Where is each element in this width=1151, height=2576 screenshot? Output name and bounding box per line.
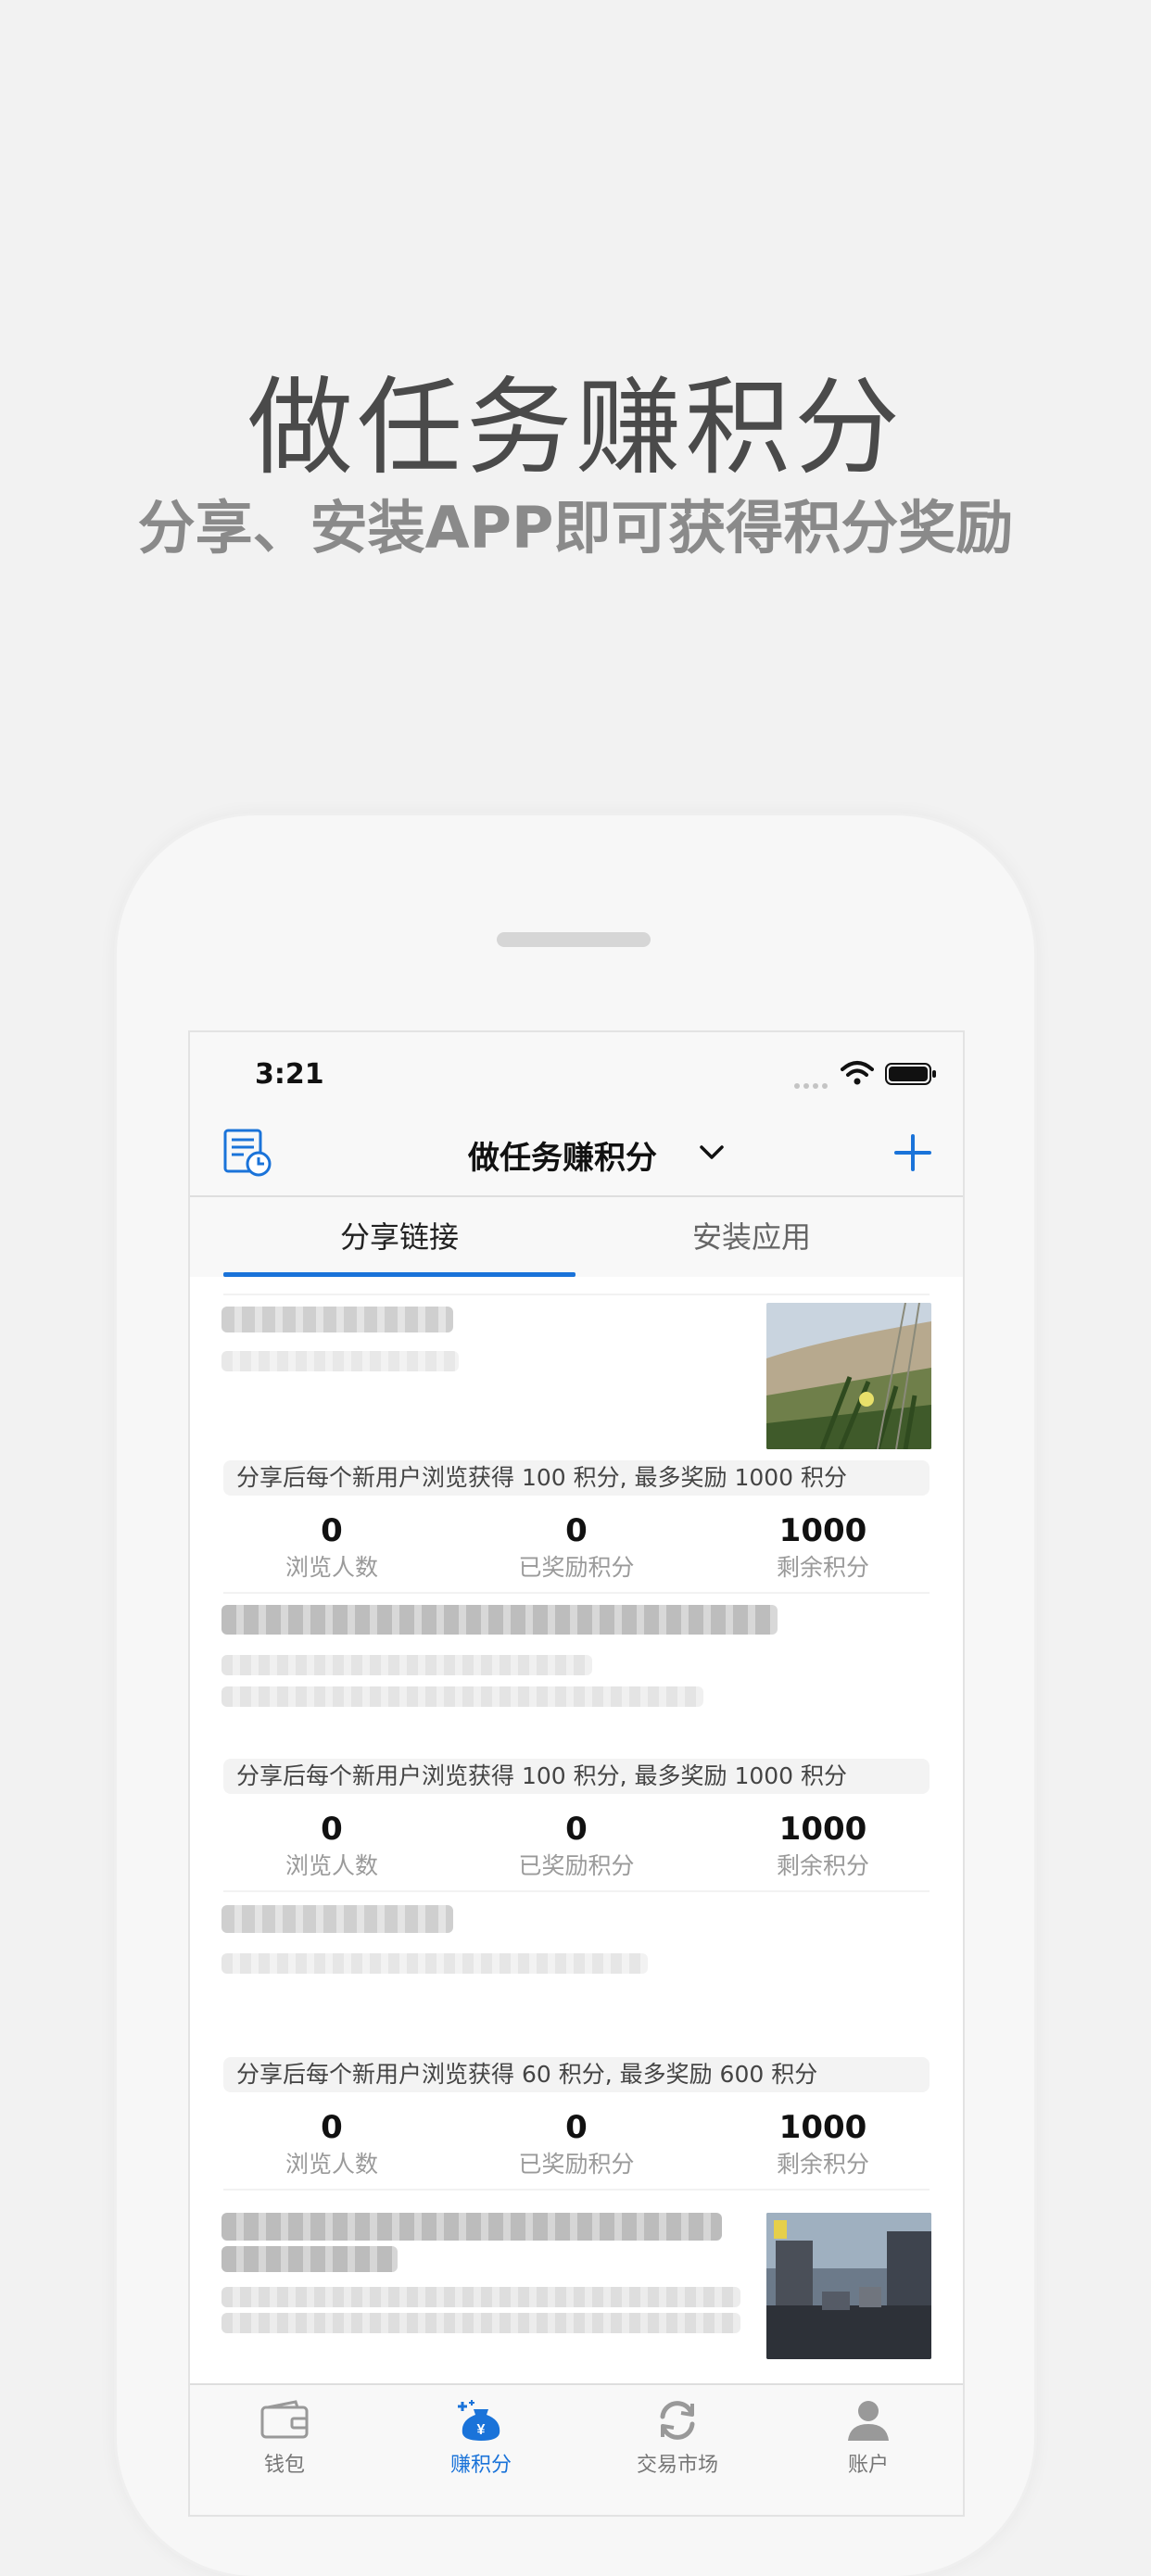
- nav-title[interactable]: 做任务赚积分: [468, 1132, 657, 1178]
- blurred-title: [221, 2213, 722, 2241]
- svg-text:¥: ¥: [477, 2422, 486, 2438]
- thumbnail-image: [766, 2213, 931, 2359]
- nav-bar: 做任务赚积分: [190, 1110, 963, 1197]
- tab-earn-points[interactable]: ¥ 赚积分: [416, 2398, 546, 2478]
- tab-earn-points-label: 赚积分: [449, 2454, 512, 2477]
- stat-remaining-value: 1000: [778, 2109, 867, 2146]
- stat-rewarded: 0 已奖励积分: [453, 1811, 700, 1883]
- earn-points-icon: ¥: [458, 2400, 500, 2441]
- tab-share-link[interactable]: 分享链接: [223, 1197, 576, 1277]
- stat-rewarded: 0 已奖励积分: [453, 1512, 700, 1585]
- promo-subtitle: 分享、安装APP即可获得积分奖励: [137, 494, 1014, 562]
- task-card[interactable]: 分享后每个新用户浏览获得 60 积分, 最多奖励 600 积分 0 浏览人数 0…: [190, 1890, 963, 2191]
- tab-account-label: 账户: [847, 2454, 889, 2477]
- stat-views-value: 0: [321, 1512, 343, 1549]
- battery-icon: [885, 1063, 936, 1085]
- tab-wallet[interactable]: 钱包: [220, 2398, 349, 2478]
- stat-remaining-value: 1000: [778, 1512, 867, 1549]
- stat-views: 0 浏览人数: [209, 1811, 455, 1883]
- stat-rewarded-value: 0: [565, 1811, 588, 1848]
- stat-views-value: 0: [321, 1811, 343, 1848]
- blurred-title: [221, 1605, 778, 1635]
- bottom-tab-bar: 钱包 ¥ 赚积分 交易市场 账户: [190, 2383, 963, 2515]
- stat-remaining: 1000 剩余积分: [700, 2109, 946, 2181]
- stat-views-label: 浏览人数: [285, 1852, 378, 1879]
- signal-dots-icon: [794, 1075, 831, 1089]
- stat-remaining: 1000 剩余积分: [700, 1811, 946, 1883]
- wifi-icon: [841, 1061, 874, 1085]
- stat-remaining: 1000 剩余积分: [700, 1512, 946, 1585]
- tab-bar-top: 分享链接 安装应用: [190, 1197, 963, 1277]
- active-tab-indicator: [223, 1272, 576, 1277]
- status-time: 3:21: [255, 1058, 324, 1091]
- status-bar: 3:21: [190, 1032, 963, 1110]
- tab-market-label: 交易市场: [636, 2454, 718, 2477]
- blurred-url: [221, 1351, 459, 1371]
- blurred-url: [221, 1655, 592, 1675]
- stat-rewarded-label: 已奖励积分: [518, 1852, 635, 1879]
- promo-title: 做任务赚积分: [247, 366, 904, 489]
- stat-views-label: 浏览人数: [285, 1554, 378, 1581]
- stat-remaining-value: 1000: [778, 1811, 867, 1848]
- stat-rewarded-label: 已奖励积分: [518, 2151, 635, 2178]
- blurred-title: [221, 1307, 453, 1332]
- stat-views: 0 浏览人数: [209, 1512, 455, 1585]
- stat-remaining-label: 剩余积分: [776, 2151, 869, 2178]
- stat-rewarded-value: 0: [565, 1512, 588, 1549]
- add-icon[interactable]: [892, 1132, 933, 1173]
- blurred-title: [221, 1905, 453, 1933]
- account-icon: [848, 2401, 889, 2441]
- blurred-url: [221, 2287, 740, 2307]
- exchange-icon: [660, 2401, 695, 2440]
- reward-rule: 分享后每个新用户浏览获得 100 积分, 最多奖励 1000 积分: [223, 1759, 930, 1794]
- task-card[interactable]: 分享后每个新用户浏览获得 100 积分, 最多奖励 1000 积分 0 浏览人数…: [190, 1294, 963, 1594]
- stat-remaining-label: 剩余积分: [776, 1554, 869, 1581]
- task-history-icon[interactable]: [221, 1127, 273, 1179]
- stat-rewarded-value: 0: [565, 2109, 588, 2146]
- stat-views-label: 浏览人数: [285, 2151, 378, 2178]
- app-screen: 3:21 做任务赚积分 分享链接 安装应用 分享后每个新用户浏览获得 100 积…: [188, 1030, 965, 2517]
- stat-rewarded-label: 已奖励积分: [518, 1554, 635, 1581]
- stat-views-value: 0: [321, 2109, 343, 2146]
- thumbnail-image: [766, 1303, 931, 1449]
- chevron-down-icon[interactable]: [698, 1142, 726, 1164]
- blurred-title: [221, 2246, 398, 2272]
- phone-speaker: [497, 932, 651, 947]
- task-card[interactable]: 分享后每个新用户浏览获得 100 积分, 最多奖励 1000 积分 0 浏览人数…: [190, 1592, 963, 1892]
- wallet-icon: [260, 2400, 309, 2439]
- reward-rule: 分享后每个新用户浏览获得 60 积分, 最多奖励 600 积分: [223, 2057, 930, 2092]
- tab-install-app[interactable]: 安装应用: [576, 1197, 928, 1277]
- blurred-url: [221, 2313, 740, 2333]
- tab-market[interactable]: 交易市场: [613, 2398, 742, 2478]
- tab-wallet-label: 钱包: [263, 2454, 305, 2477]
- blurred-url: [221, 1686, 703, 1707]
- stat-views: 0 浏览人数: [209, 2109, 455, 2181]
- reward-rule: 分享后每个新用户浏览获得 100 积分, 最多奖励 1000 积分: [223, 1460, 930, 1496]
- stat-remaining-label: 剩余积分: [776, 1852, 869, 1879]
- stat-rewarded: 0 已奖励积分: [453, 2109, 700, 2181]
- tab-account[interactable]: 账户: [803, 2398, 933, 2478]
- blurred-url: [221, 1953, 648, 1974]
